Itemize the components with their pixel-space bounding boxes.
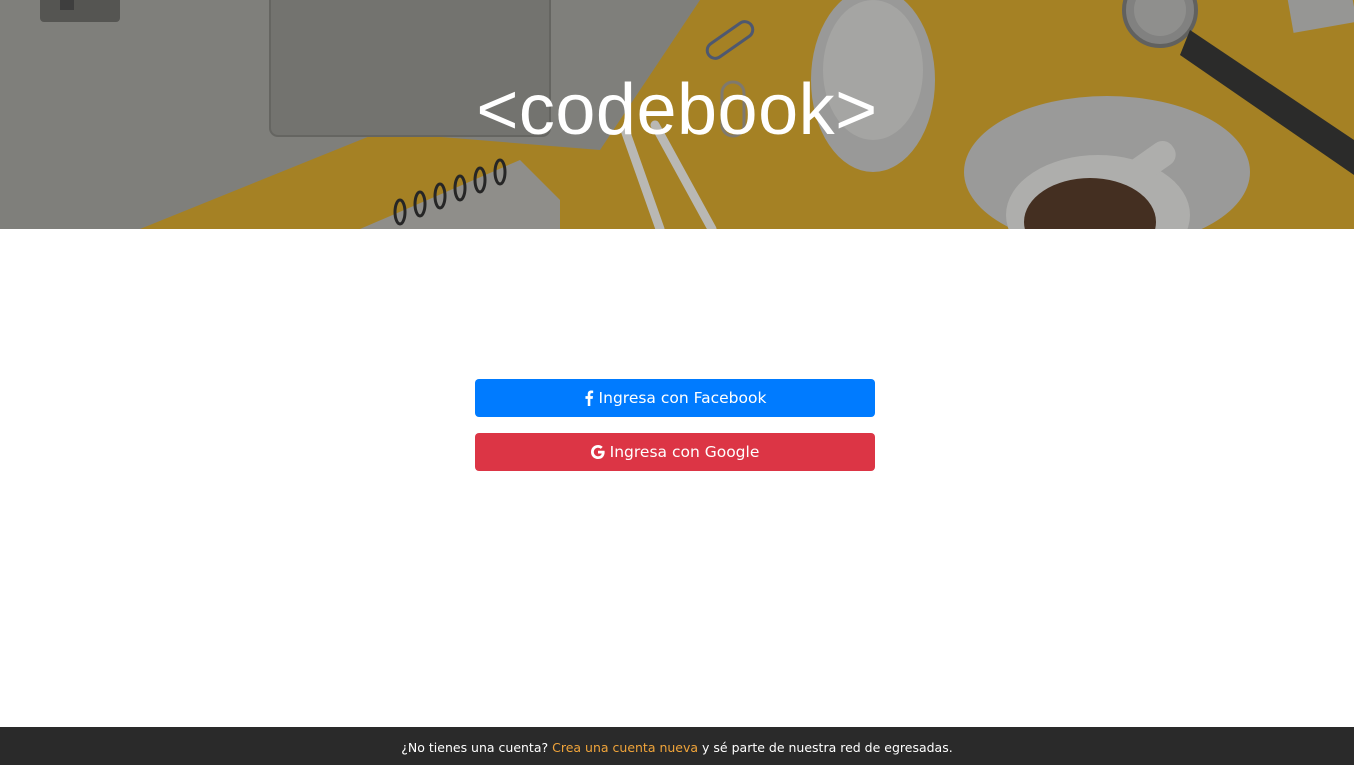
footer-bar: ¿No tienes una cuenta? Crea una cuenta n… xyxy=(0,727,1354,765)
site-logo-title: <codebook> xyxy=(476,70,878,150)
social-login-panel: Ingresa con Facebook Ingresa con Google xyxy=(475,379,875,471)
facebook-login-button[interactable]: Ingresa con Facebook xyxy=(475,379,875,417)
facebook-icon xyxy=(584,390,594,406)
footer-text-before: ¿No tienes una cuenta? xyxy=(401,739,549,755)
google-login-button[interactable]: Ingresa con Google xyxy=(475,433,875,471)
google-login-label: Ingresa con Google xyxy=(609,443,760,461)
google-icon xyxy=(590,445,605,459)
create-account-link[interactable]: Crea una cuenta nueva xyxy=(552,740,698,755)
login-page: <codebook> Ingresa con Facebook Ingresa … xyxy=(0,0,1354,765)
hero-banner: <codebook> xyxy=(0,0,1354,229)
footer-text-after: y sé parte de nuestra red de egresadas. xyxy=(702,739,953,755)
facebook-login-label: Ingresa con Facebook xyxy=(598,389,767,407)
